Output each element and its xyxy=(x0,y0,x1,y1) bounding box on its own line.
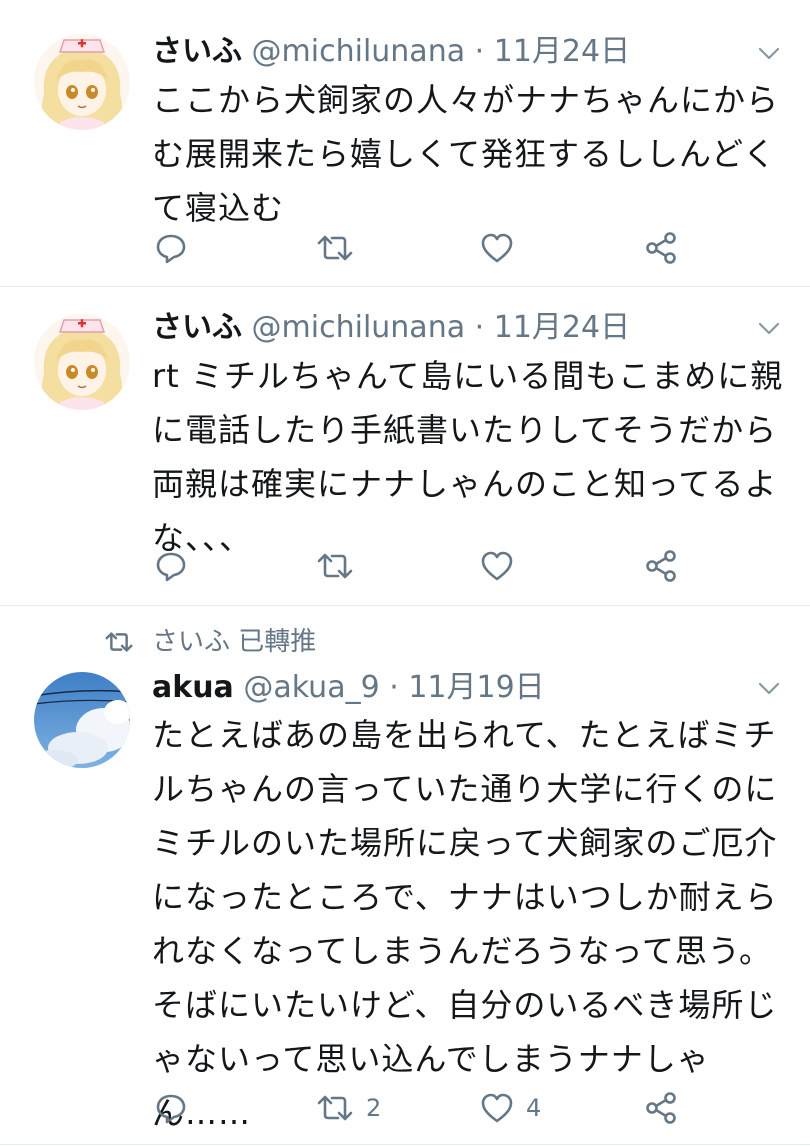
reply-button[interactable] xyxy=(154,1088,200,1128)
retweet-count: 2 xyxy=(366,1094,382,1122)
tweet[interactable]: さいふ @michilunana · 11月24日 ここから犬飼家の人々がナナち… xyxy=(0,0,810,286)
share-icon xyxy=(646,550,676,582)
chevron-down-icon[interactable] xyxy=(754,38,784,68)
share-icon xyxy=(646,1092,676,1124)
display-name[interactable]: さいふ xyxy=(152,310,242,345)
avatar[interactable] xyxy=(34,314,130,410)
tweet-header: akua @akua_9 · 11月19日 xyxy=(152,668,545,708)
like-count: 4 xyxy=(526,1094,542,1122)
retweet-icon xyxy=(317,1095,353,1121)
tweet-text: rt ミチルちゃんて島にいる間もこまめに親に電話したり手紙書いたりしてそうだから… xyxy=(152,357,784,557)
heart-icon xyxy=(481,551,513,581)
avatar[interactable] xyxy=(34,672,130,768)
chevron-down-icon[interactable] xyxy=(754,313,784,343)
like-button[interactable] xyxy=(480,546,526,586)
separator-dot: · xyxy=(389,670,399,705)
avatar-nurse-girl-image xyxy=(34,34,130,130)
tweet-date[interactable]: 11月19日 xyxy=(408,670,544,705)
separator-dot: · xyxy=(474,310,485,345)
share-button[interactable] xyxy=(644,1088,678,1128)
user-handle[interactable]: @michilunana xyxy=(252,34,466,69)
tweet-text: たとえばあの島を出られて、たとえばミチルちゃんの言っていた通り大学に行くのにミチ… xyxy=(152,716,778,1132)
avatar[interactable] xyxy=(34,34,130,130)
tweet[interactable]: さいふ @michilunana · 11月24日 rt ミチルちゃんて島にいる… xyxy=(0,287,810,605)
reply-icon xyxy=(156,1094,186,1124)
avatar-sky-image xyxy=(34,672,130,768)
user-handle[interactable]: @akua_9 xyxy=(243,670,379,705)
tweet-actions xyxy=(0,546,810,586)
like-button[interactable]: 4 xyxy=(480,1088,541,1128)
tweet-header: さいふ @michilunana · 11月24日 xyxy=(152,32,630,72)
tweet-header: さいふ @michilunana · 11月24日 xyxy=(152,308,630,348)
user-handle[interactable]: @michilunana xyxy=(252,310,466,345)
tweet[interactable]: akua @akua_9 · 11月19日 たとえばあの島を出られて、たとえばミ… xyxy=(0,606,810,1146)
reply-button[interactable] xyxy=(154,228,200,268)
share-button[interactable] xyxy=(644,228,678,268)
reply-icon xyxy=(156,234,186,264)
share-icon xyxy=(646,232,676,264)
display-name[interactable]: さいふ xyxy=(152,34,242,69)
retweet-button[interactable] xyxy=(316,228,366,268)
chevron-down-icon[interactable] xyxy=(754,673,784,703)
display-name[interactable]: akua xyxy=(152,670,234,705)
like-button[interactable] xyxy=(480,228,526,268)
tweet-actions: 2 4 xyxy=(0,1088,810,1128)
heart-icon xyxy=(481,1093,513,1123)
reply-button[interactable] xyxy=(154,546,200,586)
retweet-button[interactable] xyxy=(316,546,366,586)
retweet-icon xyxy=(317,553,353,579)
heart-icon xyxy=(481,233,513,263)
tweet-text: ここから犬飼家の人々がナナちゃんにからむ展開来たら嬉しくて発狂するししんどくて寝… xyxy=(152,81,780,227)
reply-icon xyxy=(156,552,186,582)
separator-dot: · xyxy=(474,34,485,69)
tweet-actions xyxy=(0,228,810,268)
share-button[interactable] xyxy=(644,546,678,586)
divider xyxy=(0,1144,810,1145)
tweet-date[interactable]: 11月24日 xyxy=(494,310,630,345)
tweet-date[interactable]: 11月24日 xyxy=(494,34,630,69)
retweet-button[interactable]: 2 xyxy=(316,1088,381,1128)
avatar-nurse-girl-image xyxy=(34,314,130,410)
retweet-icon xyxy=(317,235,353,261)
